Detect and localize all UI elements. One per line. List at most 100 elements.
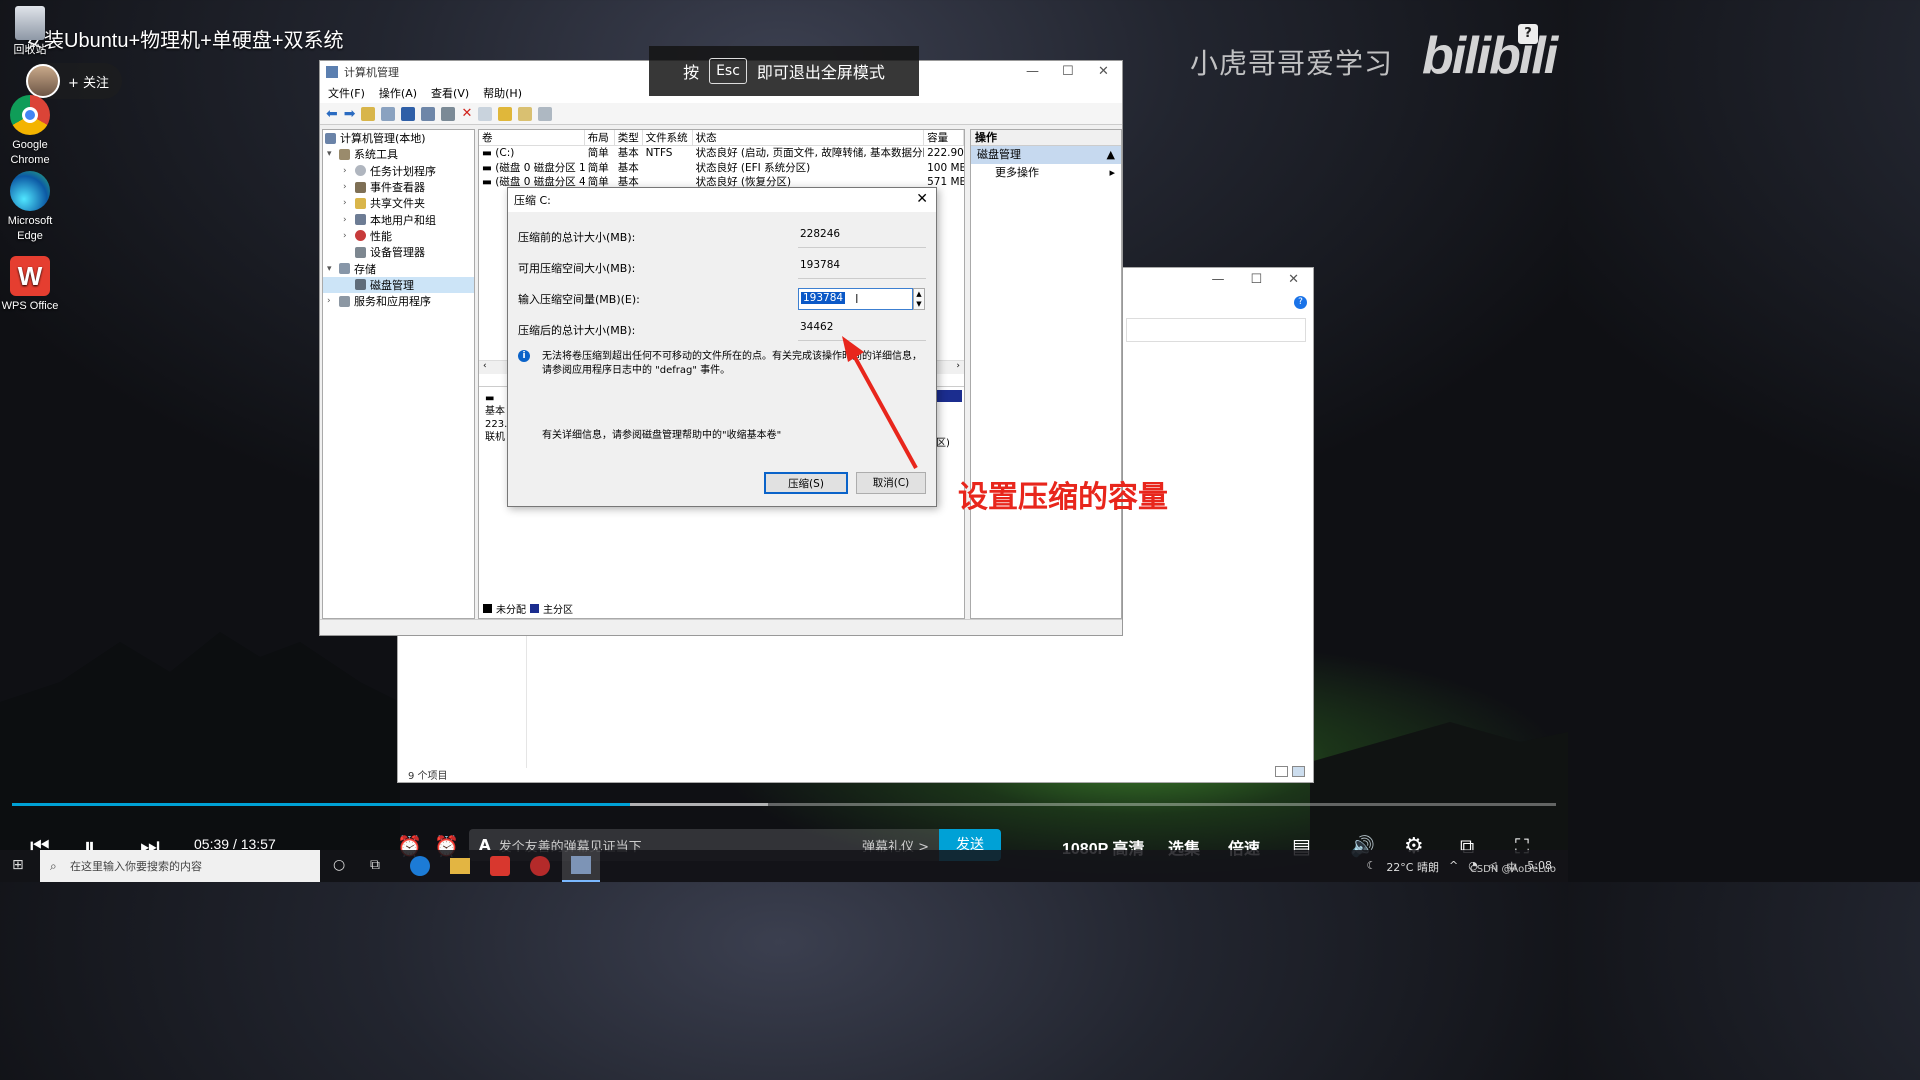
- scroll-right-icon[interactable]: ›: [956, 361, 960, 374]
- menu-action[interactable]: 操作(A): [379, 85, 417, 101]
- menu-file[interactable]: 文件(F): [328, 85, 365, 101]
- tree-item-performance[interactable]: › 性能: [323, 228, 474, 244]
- expand-icon[interactable]: ›: [343, 231, 355, 241]
- taskbar-app-icon[interactable]: [530, 856, 550, 876]
- expand-icon[interactable]: ›: [327, 296, 339, 306]
- expand-icon[interactable]: ›: [343, 198, 355, 208]
- close-button[interactable]: ✕: [1098, 64, 1109, 79]
- forward-arrow-icon[interactable]: ➡: [344, 106, 356, 122]
- tree-item-computer-management[interactable]: 计算机管理(本地): [323, 130, 474, 146]
- spin-down-icon[interactable]: ▼: [914, 299, 924, 309]
- weather-icon: ☾: [1366, 859, 1377, 872]
- back-arrow-icon[interactable]: ⬅: [326, 106, 338, 122]
- explorer-window-controls: — ☐ ✕: [1211, 272, 1299, 287]
- expand-icon[interactable]: ›: [343, 182, 355, 192]
- field-value: 193784: [798, 257, 926, 279]
- details-view-icon[interactable]: [1275, 766, 1288, 777]
- tree-item-event-viewer[interactable]: › 事件查看器: [323, 179, 474, 195]
- unallocated-swatch: [483, 604, 492, 613]
- show-hide-pane-icon[interactable]: [421, 106, 436, 121]
- desktop-icon-label: 回收站: [13, 44, 47, 56]
- tree-item-services-apps[interactable]: › 服务和应用程序: [323, 293, 474, 309]
- column-header-type[interactable]: 类型: [615, 130, 643, 145]
- taskbar-edge-icon[interactable]: [410, 856, 430, 876]
- tree-item-storage[interactable]: ▾ 存储: [323, 260, 474, 276]
- desktop-icon-edge[interactable]: Microsoft Edge: [0, 171, 60, 244]
- help-book-icon[interactable]: [401, 106, 416, 121]
- actions-section-disk-management[interactable]: 磁盘管理 ▲: [971, 146, 1121, 164]
- taskbar-search[interactable]: ⌕ 在这里输入你要搜索的内容: [40, 850, 320, 882]
- desktop-icon-recycle-bin[interactable]: 回收站: [0, 6, 60, 58]
- view-toggle[interactable]: [1275, 766, 1305, 777]
- column-header-volume[interactable]: 卷: [479, 130, 585, 145]
- help-icon[interactable]: ?: [1518, 24, 1538, 44]
- task-view-icon[interactable]: ⧉: [370, 857, 380, 873]
- connect-icon[interactable]: [441, 106, 456, 121]
- column-header-layout[interactable]: 布局: [585, 130, 615, 145]
- maximize-button[interactable]: ☐: [1062, 64, 1074, 79]
- dialog-titlebar[interactable]: 压缩 C: ✕: [508, 188, 936, 212]
- volume-capacity: 222.90: [927, 147, 964, 159]
- partition-bar-primary[interactable]: [936, 390, 962, 402]
- up-folder-icon[interactable]: [361, 106, 376, 121]
- menu-view[interactable]: 查看(V): [431, 85, 469, 101]
- follow-button[interactable]: + 关注: [26, 63, 122, 99]
- volume-row[interactable]: ▬ (磁盘 0 磁盘分区 1) 简单 基本 状态良好 (EFI 系统分区) 10…: [479, 161, 964, 176]
- column-header-status[interactable]: 状态: [693, 130, 925, 145]
- delete-icon[interactable]: ✕: [461, 106, 472, 121]
- explorer-help-icon[interactable]: ?: [1294, 296, 1307, 309]
- column-header-filesystem[interactable]: 文件系统: [643, 130, 693, 145]
- expand-icon[interactable]: ›: [343, 215, 355, 225]
- dialog-close-button[interactable]: ✕: [916, 191, 928, 207]
- storage-icon: [339, 263, 350, 275]
- scroll-left-icon[interactable]: ‹: [483, 361, 487, 374]
- column-header-capacity[interactable]: 容量: [924, 130, 964, 145]
- volume-layout: 简单: [587, 147, 609, 159]
- actions-section-label: 磁盘管理: [977, 148, 1021, 161]
- volume-layout: 简单: [587, 161, 609, 174]
- services-icon: [339, 295, 350, 307]
- taskbar-wps-icon[interactable]: [490, 856, 510, 876]
- submenu-arrow-icon: ▸: [1109, 166, 1115, 179]
- collapse-icon[interactable]: ▾: [327, 264, 339, 274]
- tree-item-local-users[interactable]: › 本地用户和组: [323, 211, 474, 227]
- tree-item-disk-management[interactable]: 磁盘管理: [323, 276, 474, 293]
- tiles-view-icon[interactable]: [1292, 766, 1305, 777]
- tree-item-task-scheduler[interactable]: › 任务计划程序: [323, 163, 474, 179]
- disk-type: 基本: [485, 406, 505, 417]
- shrink-amount-input[interactable]: 193784 I: [798, 288, 913, 310]
- console-tree-icon[interactable]: [381, 106, 396, 121]
- expand-icon[interactable]: ›: [343, 166, 355, 176]
- desktop-icon-label: Microsoft Edge: [7, 215, 53, 242]
- text-cursor-icon: I: [855, 292, 859, 306]
- action-more[interactable]: 更多操作 ▸: [971, 164, 1121, 182]
- tray-chevron-icon[interactable]: ^: [1449, 859, 1458, 875]
- tree-item-system-tools[interactable]: ▾ 系统工具: [323, 146, 474, 162]
- search-folder-icon[interactable]: [518, 106, 533, 121]
- taskbar-mmc-active[interactable]: [562, 850, 600, 882]
- spin-up-icon[interactable]: ▲: [914, 289, 924, 299]
- field-available-shrink: 可用压缩空间大小(MB): 193784: [518, 257, 928, 279]
- tree-item-shared-folders[interactable]: › 共享文件夹: [323, 195, 474, 211]
- collapse-icon[interactable]: ▾: [327, 149, 339, 159]
- cortana-icon[interactable]: ○: [333, 857, 345, 873]
- desktop-icon-wps[interactable]: W WPS Office: [0, 256, 60, 314]
- action-more-label: 更多操作: [995, 166, 1039, 179]
- explorer-search-box[interactable]: [1126, 318, 1306, 342]
- volume-filesystem: [643, 161, 693, 176]
- menu-help[interactable]: 帮助(H): [483, 85, 522, 101]
- desktop-icon-chrome[interactable]: Google Chrome: [0, 95, 60, 168]
- clock-icon: [355, 165, 366, 177]
- shared-folder-icon: [355, 197, 366, 209]
- taskbar-explorer-icon[interactable]: [450, 858, 470, 874]
- video-progress-bar[interactable]: [12, 803, 1556, 806]
- windows-start-icon[interactable]: ⊞: [12, 857, 24, 873]
- tree-item-device-manager[interactable]: 设备管理器: [323, 244, 474, 260]
- minimize-button[interactable]: —: [1026, 64, 1039, 79]
- volume-row[interactable]: ▬ (C:) 简单 基本 NTFS 状态良好 (启动, 页面文件, 故障转储, …: [479, 146, 964, 161]
- check-icon[interactable]: [478, 106, 493, 121]
- weather-text[interactable]: 22°C 晴朗: [1386, 859, 1439, 875]
- properties-icon[interactable]: [538, 106, 553, 121]
- open-folder-icon[interactable]: [498, 106, 513, 121]
- shrink-amount-spinner[interactable]: ▲ ▼: [913, 288, 925, 310]
